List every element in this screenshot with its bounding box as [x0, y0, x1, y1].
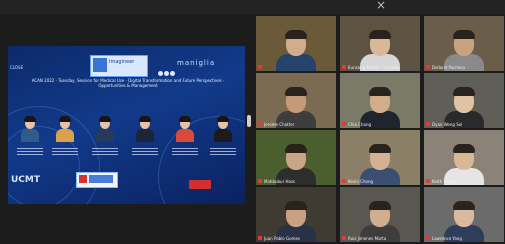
participant-hair — [369, 144, 391, 153]
participant-hair — [285, 144, 307, 153]
participant-name: Keith Young — [432, 179, 456, 184]
portrait-hair — [139, 116, 151, 122]
speaker-portrait — [94, 116, 116, 142]
badge-blue-bar — [89, 175, 113, 183]
portrait-body — [214, 129, 232, 142]
participant-hair — [453, 87, 475, 96]
portrait-body — [136, 129, 154, 142]
speaker-caption — [15, 146, 45, 156]
speaker-caption — [170, 146, 200, 156]
participant-tile[interactable]: Ruiz Jimenes Marta — [340, 187, 420, 242]
mic-muted-icon — [426, 122, 430, 126]
participant-name: Jerome Chatter — [264, 122, 295, 127]
speaker-portrait — [174, 116, 196, 142]
participant-grid: Eunsang Matsu — Jaewon Dolland Pacheco Jer… — [256, 16, 505, 243]
mic-muted-icon — [426, 65, 430, 69]
portrait-hair — [24, 116, 36, 122]
mic-muted-icon — [342, 65, 346, 69]
participant-name: Dolland Pacheco — [432, 65, 466, 70]
presentation-title: ACAN 2022 · Tuesday, Session for Medical… — [31, 78, 225, 88]
participant-hair — [369, 87, 391, 96]
sponsor-dots-icon — [158, 61, 176, 76]
mic-muted-icon — [426, 179, 430, 183]
participant-hair — [453, 30, 475, 39]
participant-hair — [369, 201, 391, 210]
participant-name: Dyan Weng Sol — [432, 122, 463, 127]
top-bar: × — [0, 0, 505, 14]
participant-hair — [285, 87, 307, 96]
portrait-body — [56, 129, 74, 142]
mic-muted-icon — [258, 179, 262, 183]
participant-hair — [369, 30, 391, 39]
participant-tile[interactable]: Chia Chang — [340, 73, 420, 128]
event-badge — [76, 172, 118, 188]
speaker-portrait — [134, 116, 156, 142]
participant-tile[interactable]: Keith Young — [424, 130, 504, 185]
participant-tile[interactable]: Kevin Chong — [340, 130, 420, 185]
presentation-logo: Imagineer — [90, 55, 148, 77]
participant-name: Eunsang Matsu — Jaewon — [348, 65, 400, 70]
participant-name: Ruiz Jimenes Marta — [348, 236, 387, 241]
portrait-body — [96, 129, 114, 142]
sponsor-logo-text: maniglia — [177, 59, 216, 67]
participant-tile[interactable]: Lawrence Yang — [424, 187, 504, 242]
speaker-portrait — [212, 116, 234, 142]
participant-tile[interactable]: Eunsang Matsu — Jaewon — [340, 16, 420, 71]
badge-red-icon — [79, 175, 87, 183]
presentation-tag: CLOSE — [10, 65, 24, 70]
shared-presentation: CLOSE Imagineer maniglia ACAN 2022 · Tue… — [8, 46, 245, 204]
participant-hair — [285, 30, 307, 39]
mic-muted-icon — [258, 236, 262, 240]
presentation-bottom-text: UCMT — [11, 175, 41, 185]
participant-hair — [285, 201, 307, 210]
speaker-caption — [130, 146, 160, 156]
participant-name: Kevin Chong — [348, 179, 374, 184]
portrait-hair — [179, 116, 191, 122]
participant-name: Lawrence Yang — [432, 236, 462, 241]
mic-muted-icon — [258, 65, 262, 69]
portrait-hair — [59, 116, 71, 122]
participant-name: Juan Pablo Gomes — [264, 236, 301, 241]
portrait-hair — [99, 116, 111, 122]
mic-muted-icon — [342, 179, 346, 183]
portrait-body — [21, 129, 39, 142]
speaker-caption — [50, 146, 80, 156]
participant-hair — [453, 201, 475, 210]
participant-tile[interactable]: Juan Pablo Gomes — [256, 187, 336, 242]
participant-tile[interactable]: Mahbubur Hoss — [256, 130, 336, 185]
logo-text: Imagineer — [109, 59, 135, 65]
brand-red-mark — [189, 180, 211, 189]
logo-mark-icon — [93, 58, 107, 72]
participant-name: Mahbubur Hoss — [264, 179, 296, 184]
speaker-portrait — [54, 116, 76, 142]
participant-body — [276, 54, 316, 71]
mic-muted-icon — [258, 122, 262, 126]
speaker-caption — [208, 146, 238, 156]
close-icon[interactable]: × — [376, 0, 386, 12]
mic-muted-icon — [342, 236, 346, 240]
mic-muted-icon — [342, 122, 346, 126]
mic-muted-icon — [426, 236, 430, 240]
portrait-body — [176, 129, 194, 142]
speaker-portrait — [19, 116, 41, 142]
participant-name: Chia Chang — [348, 122, 372, 127]
panel-resize-handle[interactable] — [247, 115, 251, 127]
participant-tile[interactable] — [256, 16, 336, 71]
participant-tile[interactable]: Jerome Chatter — [256, 73, 336, 128]
speaker-caption — [90, 146, 120, 156]
participant-hair — [453, 144, 475, 153]
portrait-hair — [217, 116, 229, 122]
participant-tile[interactable]: Dolland Pacheco — [424, 16, 504, 71]
participant-tile[interactable]: Dyan Weng Sol — [424, 73, 504, 128]
